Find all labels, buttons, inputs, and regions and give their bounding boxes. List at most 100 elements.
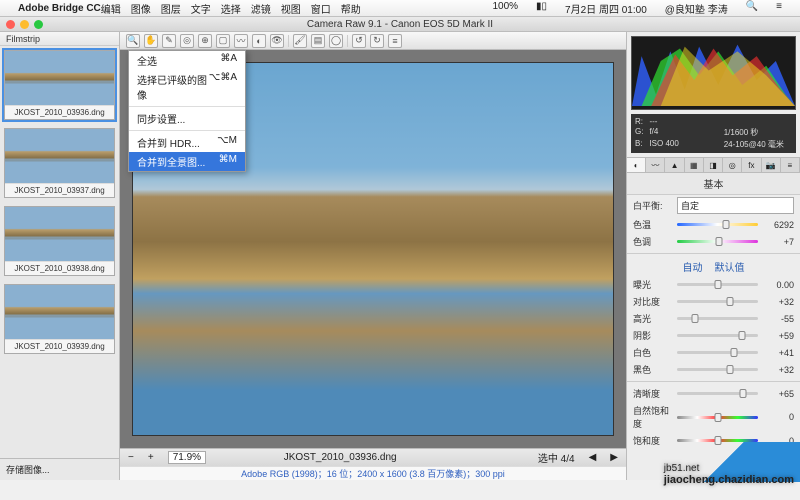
contrast-value[interactable]: +32 (762, 297, 794, 307)
menu-select-rated[interactable]: 选择已评级的图像⌥⌘A (129, 70, 245, 104)
exposure-slider[interactable] (677, 283, 758, 286)
thumbnail[interactable]: JKOST_2010_03937.dng (4, 128, 115, 198)
menu-window[interactable]: 窗口 (311, 1, 331, 16)
filmstrip-header: Filmstrip (0, 32, 119, 46)
blacks-slider[interactable] (677, 368, 758, 371)
shadows-label: 阴影 (633, 329, 673, 342)
wb-select[interactable]: 自定 (677, 197, 794, 214)
menubar-status: 100% ▮▯ 7月2日 周四 01:00 @良知塾 李涛 🔍 ≡ (492, 1, 792, 16)
app-name[interactable]: Adobe Bridge CC (18, 3, 101, 14)
thumb-caption: JKOST_2010_03939.dng (5, 339, 114, 353)
spot-tool-icon[interactable]: ◐ (252, 34, 266, 48)
menu-layer[interactable]: 图层 (161, 1, 181, 16)
sampler-tool-icon[interactable]: ◎ (180, 34, 194, 48)
hand-tool-icon[interactable]: ✋ (144, 34, 158, 48)
tab-detail[interactable]: ▲ (665, 158, 684, 172)
menu-edit[interactable]: 编辑 (101, 1, 121, 16)
thumbnail[interactable]: JKOST_2010_03936.dng (4, 50, 115, 120)
tab-lens[interactable]: ◎ (723, 158, 742, 172)
blacks-value[interactable]: +32 (762, 365, 794, 375)
current-filename: JKOST_2010_03936.dng (284, 452, 397, 463)
prefs-icon[interactable]: ≡ (388, 34, 402, 48)
menu-image[interactable]: 图像 (131, 1, 151, 16)
tab-hsl[interactable]: ▦ (685, 158, 704, 172)
tab-cal[interactable]: 📷 (762, 158, 781, 172)
tint-slider[interactable] (677, 240, 758, 243)
menu-select-all[interactable]: 全选⌘A (129, 51, 245, 70)
tab-split[interactable]: ◨ (704, 158, 723, 172)
adjust-brush-icon[interactable]: 🖌 (293, 34, 307, 48)
battery-pct: 100% (492, 1, 518, 16)
exposure-value[interactable]: 0.00 (762, 280, 794, 290)
camera-raw-toolbar: 🔍 ✋ ✎ ◎ ⊕ ▢ 〰 ◐ 👁 🖌 ▤ ◯ ↺ ↻ ≡ 全选⌘A 选择已评级… (120, 32, 626, 50)
rotate-ccw-icon[interactable]: ↺ (352, 34, 366, 48)
zoom-out-icon[interactable]: − (128, 452, 134, 463)
vibrance-value[interactable]: 0 (762, 412, 794, 422)
clarity-slider[interactable] (677, 392, 758, 395)
zoom-in-icon[interactable]: + (148, 452, 154, 463)
tab-curve[interactable]: 〰 (646, 158, 665, 172)
temp-value[interactable]: 6292 (762, 220, 794, 230)
tab-fx[interactable]: fx (742, 158, 761, 172)
histogram[interactable] (631, 36, 796, 110)
thumbnail[interactable]: JKOST_2010_03938.dng (4, 206, 115, 276)
tint-value[interactable]: +7 (762, 237, 794, 247)
clarity-value[interactable]: +65 (762, 389, 794, 399)
menu-sync-settings[interactable]: 同步设置... (129, 109, 245, 128)
panel-title: 基本 (627, 173, 800, 195)
whites-label: 白色 (633, 346, 673, 359)
grad-filter-icon[interactable]: ▤ (311, 34, 325, 48)
tab-basic[interactable]: ◐ (627, 158, 646, 172)
whites-value[interactable]: +41 (762, 348, 794, 358)
vibrance-slider[interactable] (677, 416, 758, 419)
thumb-caption: JKOST_2010_03936.dng (5, 105, 114, 119)
next-icon[interactable]: ▶ (610, 452, 618, 463)
tint-label: 色调 (633, 235, 673, 248)
radial-filter-icon[interactable]: ◯ (329, 34, 343, 48)
selection-count: 选中 4/4 (538, 450, 575, 465)
workflow-link[interactable]: Adobe RGB (1998)；16 位；2400 x 1600 (3.8 百… (120, 466, 626, 480)
menu-type[interactable]: 文字 (191, 1, 211, 16)
redeye-tool-icon[interactable]: 👁 (270, 34, 284, 48)
crop-tool-icon[interactable]: ▢ (216, 34, 230, 48)
thumbnail[interactable]: JKOST_2010_03939.dng (4, 284, 115, 354)
rotate-cw-icon[interactable]: ↻ (370, 34, 384, 48)
menu-merge-hdr[interactable]: 合并到 HDR...⌥M (129, 133, 245, 152)
temp-slider[interactable] (677, 223, 758, 226)
menu-merge-panorama[interactable]: 合并到全景图...⌘M (129, 152, 245, 171)
highlights-value[interactable]: -55 (762, 314, 794, 324)
prev-icon[interactable]: ◀ (589, 452, 597, 463)
straighten-tool-icon[interactable]: 〰 (234, 34, 248, 48)
menu-extra-icon[interactable]: ≡ (776, 1, 782, 16)
filmstrip-context-menu: 全选⌘A 选择已评级的图像⌥⌘A 同步设置... 合并到 HDR...⌥M 合并… (128, 50, 246, 172)
battery-icon: ▮▯ (536, 1, 547, 16)
spotlight-icon[interactable]: 🔍 (746, 1, 758, 16)
thumb-caption: JKOST_2010_03937.dng (5, 183, 114, 197)
whites-slider[interactable] (677, 351, 758, 354)
menu-view[interactable]: 视图 (281, 1, 301, 16)
shadows-slider[interactable] (677, 334, 758, 337)
menu-help[interactable]: 帮助 (341, 1, 361, 16)
menu-filter[interactable]: 滤镜 (251, 1, 271, 16)
macos-menubar: Adobe Bridge CC 编辑 图像 图层 文字 选择 滤镜 视图 窗口 … (0, 0, 800, 16)
default-link[interactable]: 默认值 (715, 263, 745, 274)
tab-preset[interactable]: ≡ (781, 158, 800, 172)
shadows-value[interactable]: +59 (762, 331, 794, 341)
target-tool-icon[interactable]: ⊕ (198, 34, 212, 48)
vibrance-label: 自然饱和度 (633, 404, 673, 430)
wb-tool-icon[interactable]: ✎ (162, 34, 176, 48)
highlights-slider[interactable] (677, 317, 758, 320)
window-titlebar: Camera Raw 9.1 - Canon EOS 5D Mark II (0, 16, 800, 32)
zoom-tool-icon[interactable]: 🔍 (126, 34, 140, 48)
filmstrip-panel: Filmstrip JKOST_2010_03936.dng JKOST_201… (0, 32, 120, 480)
menu-select[interactable]: 选择 (221, 1, 241, 16)
auto-link[interactable]: 自动 (683, 263, 703, 274)
window-title: Camera Raw 9.1 - Canon EOS 5D Mark II (0, 19, 800, 30)
save-image-button[interactable]: 存储图像... (0, 458, 119, 480)
zoom-percent[interactable]: 71.9% (168, 451, 206, 464)
clock: 7月2日 周四 01:00 (565, 1, 647, 16)
watermark-text: jb51.net jiaocheng.chazidian.com (664, 459, 794, 486)
contrast-slider[interactable] (677, 300, 758, 303)
saturation-label: 饱和度 (633, 434, 673, 447)
highlights-label: 高光 (633, 312, 673, 325)
